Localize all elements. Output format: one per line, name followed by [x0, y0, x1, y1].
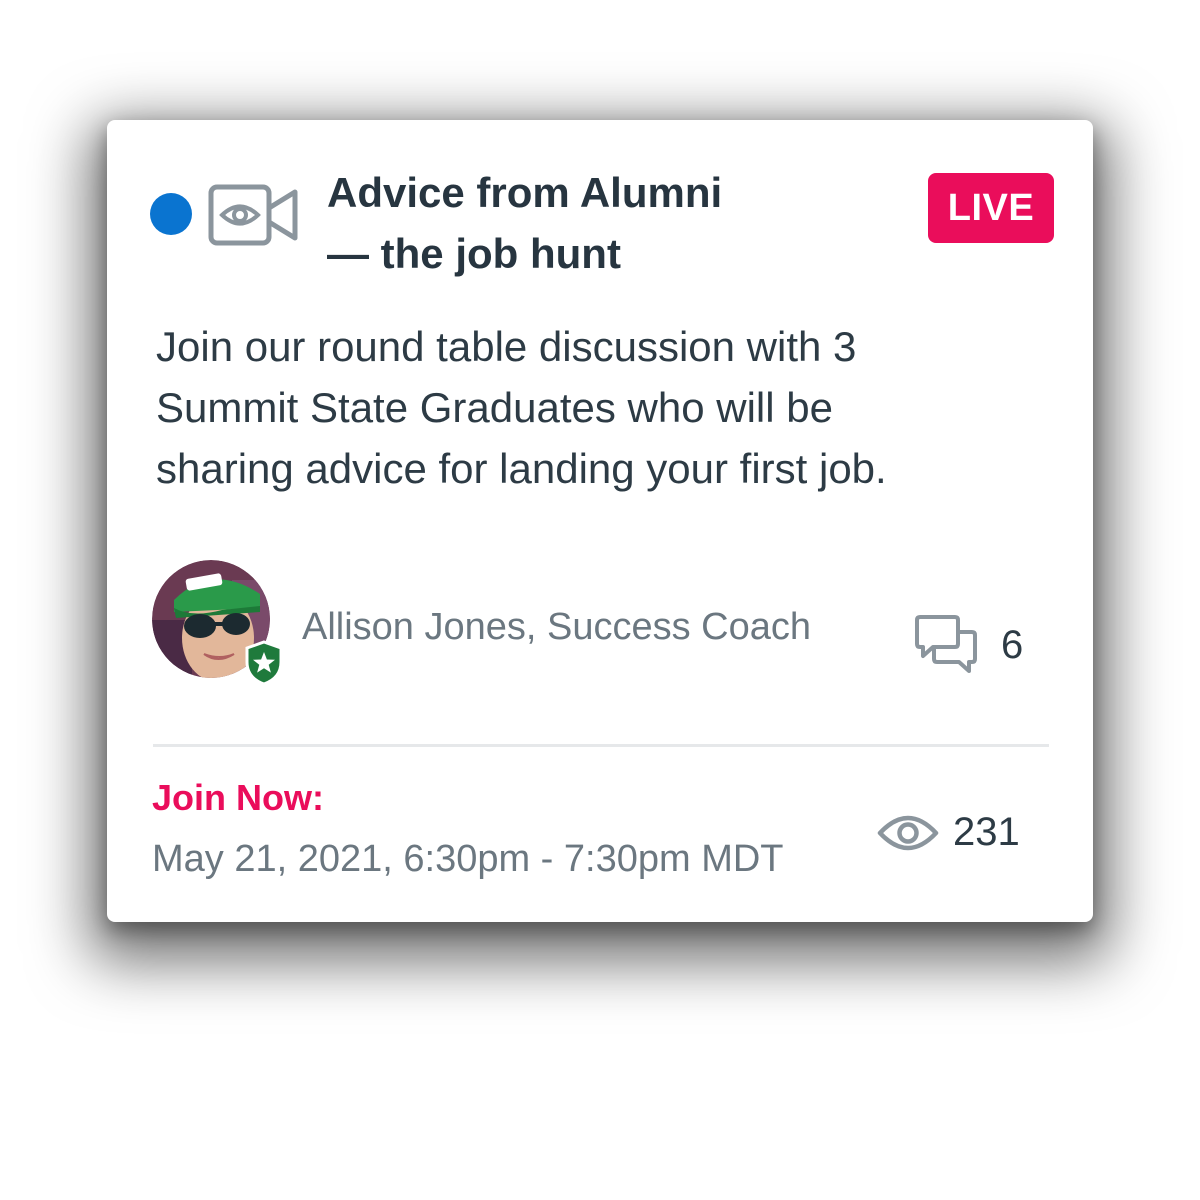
- event-title[interactable]: Advice from Alumni — the job hunt: [327, 162, 847, 284]
- host-name[interactable]: Allison Jones, Success Coach: [302, 602, 811, 652]
- event-title-line: Advice from Alumni: [327, 169, 723, 216]
- host-avatar[interactable]: [152, 560, 288, 690]
- unread-dot-icon: [150, 193, 192, 235]
- comments-count[interactable]: 6: [913, 615, 1023, 675]
- event-title-line: — the job hunt: [327, 230, 621, 277]
- views-count: 231: [877, 810, 1020, 855]
- description-line: Summit State Graduates who will be: [156, 384, 833, 431]
- event-schedule: May 21, 2021, 6:30pm - 7:30pm MDT: [152, 838, 784, 880]
- chat-bubbles-icon: [915, 615, 977, 673]
- eye-icon: [877, 815, 939, 850]
- comments-count-value: 6: [1001, 622, 1024, 667]
- video-camera-icon: [208, 184, 298, 246]
- shield-star-icon: [245, 640, 283, 686]
- description-line: Join our round table discussion with 3: [156, 323, 857, 370]
- join-now-link[interactable]: Join Now:: [152, 774, 324, 822]
- description-line: sharing advice for landing your first jo…: [156, 445, 887, 492]
- event-description: Join our round table discussion with 3 S…: [156, 316, 1036, 499]
- views-count-value: 231: [953, 810, 1020, 854]
- event-card[interactable]: Advice from Alumni — the job hunt LIVE J…: [107, 120, 1093, 922]
- live-badge: LIVE: [928, 173, 1054, 243]
- divider: [153, 744, 1049, 747]
